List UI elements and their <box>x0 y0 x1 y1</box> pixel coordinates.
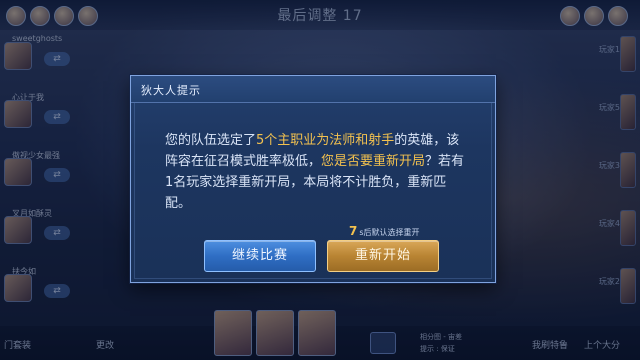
restart-match-button[interactable]: 重新开始 <box>327 240 439 272</box>
message-text: 您的队伍选定了 <box>165 133 257 148</box>
countdown-text: 后默认选择重开 <box>363 228 420 237</box>
countdown-value: 7 <box>349 224 358 238</box>
message-highlight: 您是否要重新开局 <box>321 154 426 169</box>
countdown-hint: 7 s后默认选择重开 <box>349 224 420 238</box>
prompt-dialog: 狄大人提示 您的队伍选定了5个主职业为法师和射手的英雄，该阵容在征召模式胜率极低… <box>130 75 496 283</box>
message-highlight: 5个主职业为法师和射手 <box>256 133 395 148</box>
continue-match-button[interactable]: 继续比赛 <box>204 240 316 272</box>
dialog-message: 您的队伍选定了5个主职业为法师和射手的英雄，该阵容在征召模式胜率极低，您是否要重… <box>165 130 471 214</box>
dialog-title: 狄大人提示 <box>141 84 201 97</box>
dialog-header: 狄大人提示 <box>131 76 495 103</box>
